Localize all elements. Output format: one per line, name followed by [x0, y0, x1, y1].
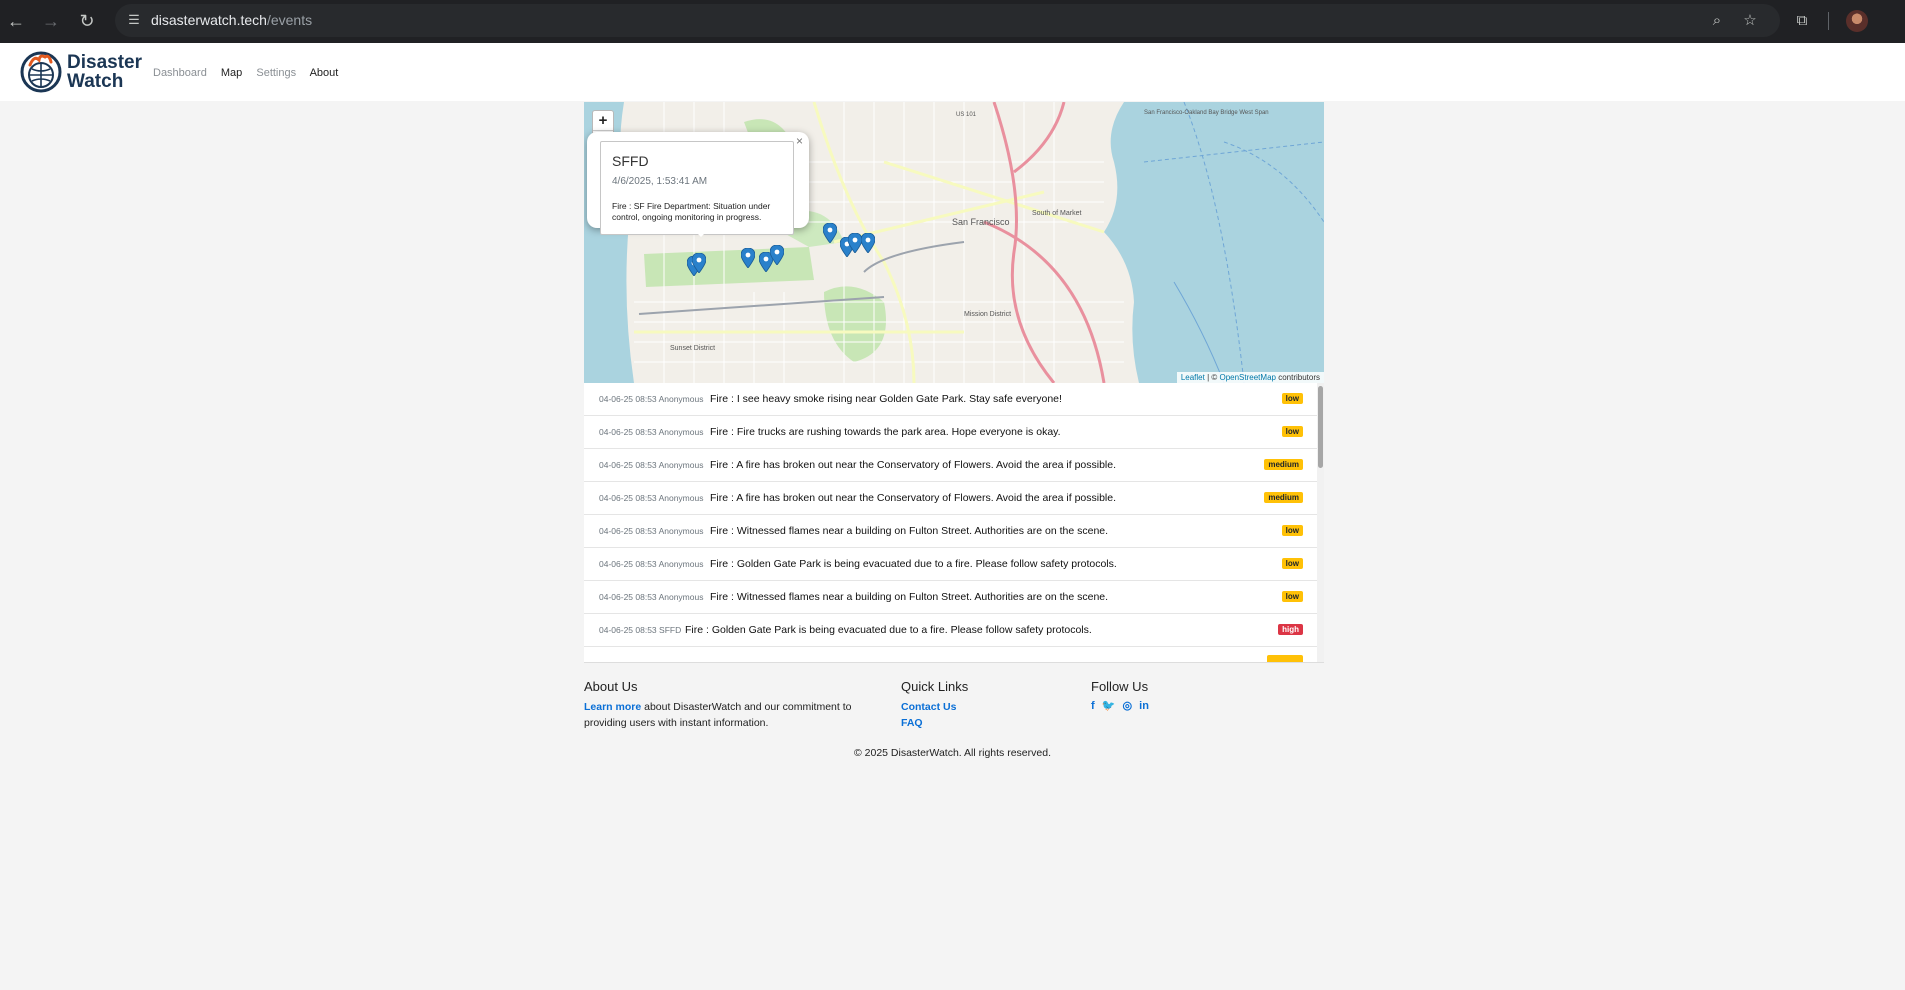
feed-text: Fire : Golden Gate Park is being evacuat… [710, 558, 1117, 570]
map-marker[interactable] [823, 223, 837, 243]
label-south-of-market: South of Market [1032, 210, 1081, 217]
feed-meta: 04-06-25 08:53 Anonymous [599, 592, 704, 602]
feed-row[interactable]: 04-06-25 08:53 Anonymous Fire : Golden G… [584, 548, 1317, 581]
facebook-icon[interactable]: f [1091, 700, 1095, 712]
feed-scrollbar[interactable] [1317, 383, 1324, 662]
browser-toolbar: ← → ↻ ☰ disasterwatch.tech/events ⌕ ☆ ⧉ [0, 0, 1905, 44]
feed-scrollbar-thumb[interactable] [1318, 386, 1323, 468]
label-bay-bridge: San Francisco-Oakland Bay Bridge West Sp… [1144, 110, 1269, 116]
footer-about-text: Learn more about DisasterWatch and our c… [584, 701, 852, 729]
nav-map[interactable]: Map [221, 67, 242, 79]
toolbar-divider [1828, 12, 1829, 30]
feed-text: Fire : A fire has broken out near the Co… [710, 492, 1117, 504]
severity-badge [1267, 655, 1303, 662]
severity-badge: low [1281, 426, 1303, 437]
map-marker[interactable] [741, 248, 755, 268]
zoom-icon[interactable]: ⌕ [1707, 11, 1727, 31]
marker-popup: × SFFD 4/6/2025, 1:53:41 AM Fire : SF Fi… [587, 132, 809, 237]
map-marker[interactable] [692, 253, 706, 273]
social-links: f 🐦 ◎ in [1091, 699, 1153, 712]
address-bar[interactable]: ☰ disasterwatch.tech/events ⌕ ☆ [115, 4, 1780, 37]
popup-content: SFFD 4/6/2025, 1:53:41 AM Fire : SF Fire… [600, 141, 794, 235]
instagram-icon[interactable]: ◎ [1123, 700, 1133, 712]
popup-title: SFFD [612, 153, 649, 169]
extensions-icon[interactable]: ⧉ [1791, 10, 1813, 32]
label-san-francisco: San Francisco [952, 217, 1010, 227]
footer-about-title: About Us [584, 679, 638, 694]
feed-meta: 04-06-25 08:53 Anonymous [599, 493, 704, 503]
osm-link[interactable]: OpenStreetMap [1219, 373, 1275, 382]
severity-badge: low [1281, 591, 1303, 602]
feed-text: Fire : Witnessed flames near a building … [710, 591, 1109, 603]
feed-text: Fire : I see heavy smoke rising near Gol… [710, 393, 1062, 405]
twitter-icon[interactable]: 🐦 [1102, 700, 1116, 712]
profile-avatar[interactable] [1846, 10, 1868, 32]
feed-text: Fire : Fire trucks are rushing towards t… [710, 426, 1061, 438]
leaflet-link[interactable]: Leaflet [1181, 373, 1205, 382]
nav-dashboard[interactable]: Dashboard [153, 67, 207, 79]
map-marker[interactable] [848, 233, 862, 253]
learn-more-link[interactable]: Learn more [584, 701, 641, 713]
nav-settings[interactable]: Settings [256, 67, 296, 79]
disaster-watch-logo[interactable] [20, 51, 62, 93]
url-text[interactable]: disasterwatch.tech/events [151, 12, 312, 28]
popup-timestamp: 4/6/2025, 1:53:41 AM [612, 176, 708, 187]
severity-badge: low [1281, 393, 1303, 404]
feed-row[interactable]: 04-06-25 08:53 Anonymous Fire : A fire h… [584, 482, 1317, 515]
feed-text: Fire : Witnessed flames near a building … [710, 525, 1109, 537]
feed-meta: 04-06-25 08:53 Anonymous [599, 559, 704, 569]
site-settings-icon[interactable]: ☰ [125, 11, 143, 29]
main-nav: Dashboard Map Settings About [153, 67, 349, 79]
popup-tip [692, 228, 710, 237]
reload-icon[interactable]: ↻ [75, 9, 99, 33]
label-sunset-district: Sunset District [670, 345, 715, 352]
linkedin-icon[interactable]: in [1139, 700, 1149, 712]
back-icon[interactable]: ← [4, 9, 28, 33]
feed-text: Fire : Golden Gate Park is being evacuat… [685, 624, 1092, 636]
events-map[interactable]: San Francisco South of Market Mission Di… [584, 102, 1324, 383]
nav-about[interactable]: About [310, 67, 339, 79]
label-mission-district: Mission District [964, 311, 1011, 318]
feed-meta: 04-06-25 08:53 Anonymous [599, 394, 704, 404]
feed-meta: 04-06-25 08:53 SFFD [599, 625, 682, 635]
severity-badge: low [1281, 525, 1303, 536]
popup-body: Fire : SF Fire Department: Situation und… [612, 201, 771, 222]
contact-us-link[interactable]: Contact Us [901, 701, 956, 713]
feed-row[interactable]: 04-06-25 08:53 Anonymous Fire : A fire h… [584, 449, 1317, 482]
map-marker[interactable] [770, 245, 784, 265]
severity-badge: high [1278, 624, 1303, 635]
forward-icon[interactable]: → [39, 9, 63, 33]
popup-close-button[interactable]: × [796, 134, 803, 148]
brand-name[interactable]: Disaster Watch [67, 53, 142, 91]
footer-links: Contact Us FAQ [901, 699, 956, 731]
feed-row[interactable]: 04-06-25 08:53 Anonymous Fire : Witnesse… [584, 515, 1317, 548]
map-marker[interactable] [861, 233, 875, 253]
footer-follow-title: Follow Us [1091, 679, 1149, 694]
faq-link[interactable]: FAQ [901, 717, 923, 729]
label-us101: US 101 [956, 112, 977, 118]
event-feed[interactable]: 04-06-25 08:53 Anonymous Fire : I see he… [584, 383, 1324, 663]
feed-row-partial[interactable] [584, 647, 1317, 662]
feed-row[interactable]: 04-06-25 08:53 Anonymous Fire : Witnesse… [584, 581, 1317, 614]
zoom-in-button[interactable]: + [593, 111, 613, 130]
feed-row[interactable]: 04-06-25 08:53 Anonymous Fire : Fire tru… [584, 416, 1317, 449]
bookmark-star-icon[interactable]: ☆ [1740, 11, 1760, 31]
severity-badge: medium [1264, 492, 1303, 503]
feed-meta: 04-06-25 08:53 Anonymous [599, 526, 704, 536]
footer-links-title: Quick Links [901, 679, 969, 694]
site-header: Disaster Watch Dashboard Map Settings Ab… [0, 43, 1905, 101]
feed-meta: 04-06-25 08:53 Anonymous [599, 460, 704, 470]
feed-row[interactable]: 04-06-25 08:53 SFFD Fire : Golden Gate P… [584, 614, 1317, 647]
feed-row[interactable]: 04-06-25 08:53 Anonymous Fire : I see he… [584, 383, 1317, 416]
severity-badge: medium [1264, 459, 1303, 470]
feed-meta: 04-06-25 08:53 Anonymous [599, 427, 704, 437]
feed-text: Fire : A fire has broken out near the Co… [710, 459, 1117, 471]
map-attribution: Leaflet | © OpenStreetMap contributors [1176, 372, 1324, 383]
copyright: © 2025 DisasterWatch. All rights reserve… [853, 747, 1051, 759]
severity-badge: low [1281, 558, 1303, 569]
